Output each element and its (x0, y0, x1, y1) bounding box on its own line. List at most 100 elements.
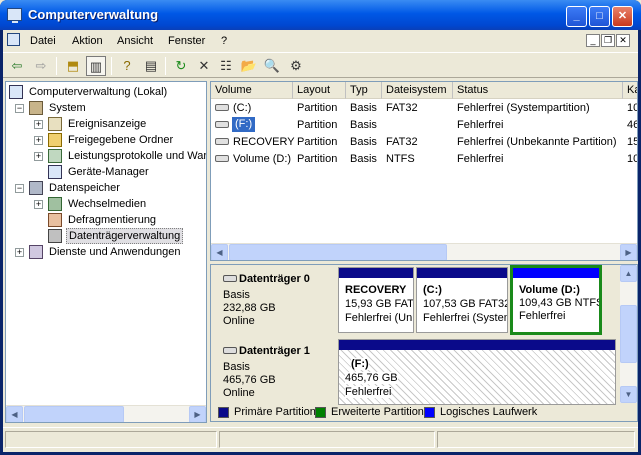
window-title: Computerverwaltung (28, 7, 159, 22)
open-folder-icon[interactable]: 📂 (239, 56, 259, 76)
tree-item-device-manager[interactable]: Geräte-Manager (48, 164, 206, 180)
defrag-icon (48, 213, 62, 227)
disk-0-info[interactable]: Datenträger 0 Basis 232,88 GB Online (213, 267, 333, 333)
close-button[interactable]: ✕ (612, 6, 633, 27)
tree-horizontal-scrollbar[interactable]: ◀ ▶ (6, 405, 206, 422)
performance-icon (48, 149, 62, 163)
logical-drive-swatch (424, 407, 435, 418)
main-window: Computerverwaltung _ □ ✕ Datei Aktion An… (0, 0, 641, 455)
scroll-left-icon[interactable]: ◀ (6, 406, 23, 422)
properties-alt-icon[interactable]: ☷ (216, 56, 236, 76)
storage-icon (29, 181, 43, 195)
partition-type-bar (339, 340, 615, 350)
refresh-icon[interactable]: ↻ (171, 56, 191, 76)
disk-icon (223, 347, 237, 354)
back-icon[interactable]: ⇦ (7, 56, 27, 76)
tree-item-shared-folders[interactable]: + Freigegebene Ordner (34, 132, 206, 148)
title-bar[interactable]: Computerverwaltung _ □ ✕ (0, 0, 641, 30)
properties-icon[interactable]: ▤ (141, 56, 161, 76)
drive-icon (215, 104, 229, 111)
shared-folder-icon (48, 133, 62, 147)
disk-settings-icon[interactable]: ⚙ (286, 56, 306, 76)
expand-icon[interactable]: + (15, 248, 24, 257)
scroll-thumb[interactable] (229, 244, 447, 260)
status-pane-2 (219, 431, 435, 448)
tree-item-system[interactable]: − System (15, 100, 205, 116)
disk-management-icon (48, 229, 62, 243)
scroll-left-icon[interactable]: ◀ (211, 244, 228, 260)
partition-f[interactable]: (F:) 465,76 GB Fehlerfrei (338, 339, 616, 405)
status-pane-3 (437, 431, 635, 448)
search-icon[interactable]: 🔍 (262, 56, 282, 76)
volume-horizontal-scrollbar[interactable]: ◀ ▶ (211, 243, 637, 260)
forward-icon[interactable]: ⇨ (31, 56, 51, 76)
help-icon[interactable]: ? (117, 56, 137, 76)
tree-item-event-viewer[interactable]: + Ereignisanzeige (34, 116, 206, 132)
scroll-thumb[interactable] (620, 305, 637, 363)
column-header-status[interactable]: Status (453, 82, 623, 99)
menu-fenster[interactable]: Fenster (168, 35, 205, 47)
scroll-down-icon[interactable]: ▼ (620, 386, 637, 403)
tree-item-perf-logs[interactable]: + Leistungsprotokolle und Warnungen (34, 148, 206, 164)
client-area: Datei Aktion Ansicht Fenster ? _ ❐ ✕ ⇦ ⇨… (3, 30, 638, 452)
delete-icon[interactable]: ✕ (194, 56, 214, 76)
scroll-right-icon[interactable]: ▶ (189, 406, 206, 422)
child-minimize-button[interactable]: _ (586, 34, 600, 47)
tree-item-removable[interactable]: + Wechselmedien (34, 196, 206, 212)
partition-type-bar (339, 268, 413, 278)
partition-recovery[interactable]: RECOVERY 15,93 GB FAT32 Fehlerfrei (Unbe… (338, 267, 414, 333)
scroll-thumb[interactable] (24, 406, 124, 422)
expand-icon[interactable]: + (34, 120, 43, 129)
tree-item-services[interactable]: + Dienste und Anwendungen (15, 244, 205, 260)
column-header-capacity[interactable]: Ka (623, 82, 637, 99)
device-manager-icon (48, 165, 62, 179)
mmc-icon[interactable] (7, 33, 20, 46)
tree-item-disk-management[interactable]: Datenträgerverwaltung (48, 228, 206, 244)
removable-media-icon (48, 197, 62, 211)
drive-icon (215, 121, 229, 128)
minimize-button[interactable]: _ (566, 6, 587, 27)
tree-item-root[interactable]: Computerverwaltung (Lokal) (9, 84, 206, 100)
disk-vertical-scrollbar[interactable]: ▲ ▼ (620, 265, 637, 403)
legend-primary: Primäre Partition (234, 406, 316, 418)
menu-aktion[interactable]: Aktion (72, 35, 103, 47)
column-header-type[interactable]: Typ (346, 82, 382, 99)
menu-ansicht[interactable]: Ansicht (117, 35, 153, 47)
tree-item-defrag[interactable]: Defragmentierung (48, 212, 206, 228)
disk-1-info[interactable]: Datenträger 1 Basis 465,76 GB Online (213, 339, 333, 405)
tools-icon (29, 101, 43, 115)
drive-icon (215, 138, 229, 145)
disk-icon (223, 275, 237, 282)
scroll-up-icon[interactable]: ▲ (620, 265, 637, 282)
up-folder-icon[interactable]: ⬒ (63, 56, 83, 76)
extended-partition-swatch (315, 407, 326, 418)
maximize-button[interactable]: □ (589, 6, 610, 27)
collapse-icon[interactable]: − (15, 184, 24, 193)
expand-icon[interactable]: + (34, 152, 43, 161)
child-restore-button[interactable]: ❐ (601, 34, 615, 47)
volume-list: Volume Layout Typ Dateisystem Status Ka … (210, 81, 638, 261)
status-bar (3, 427, 638, 449)
event-viewer-icon (48, 117, 62, 131)
partition-c[interactable]: (C:) 107,53 GB FAT32 Fehlerfrei (Systemp… (416, 267, 508, 333)
partition-legend: Primäre Partition Erweiterte Partition L… (210, 403, 638, 423)
disk-graphical-view: Datenträger 0 Basis 232,88 GB Online REC… (210, 264, 638, 422)
child-close-button[interactable]: ✕ (616, 34, 630, 47)
show-tree-icon[interactable]: ▥ (86, 56, 106, 76)
column-header-layout[interactable]: Layout (293, 82, 346, 99)
computer-icon (9, 85, 23, 99)
menu-datei[interactable]: Datei (30, 35, 56, 47)
expand-icon[interactable]: + (34, 136, 43, 145)
partition-d[interactable]: Volume (D:) 109,43 GB NTFS Fehlerfrei (510, 265, 602, 335)
primary-partition-swatch (218, 407, 229, 418)
scroll-right-icon[interactable]: ▶ (620, 244, 637, 260)
legend-logical: Logisches Laufwerk (440, 406, 538, 418)
status-pane-1 (5, 431, 217, 448)
expand-icon[interactable]: + (34, 200, 43, 209)
column-header-volume[interactable]: Volume (211, 82, 293, 99)
tree-item-storage[interactable]: − Datenspeicher (15, 180, 205, 196)
menu-help[interactable]: ? (221, 35, 227, 47)
legend-extended: Erweiterte Partition (331, 406, 424, 418)
column-header-filesystem[interactable]: Dateisystem (382, 82, 453, 99)
collapse-icon[interactable]: − (15, 104, 24, 113)
